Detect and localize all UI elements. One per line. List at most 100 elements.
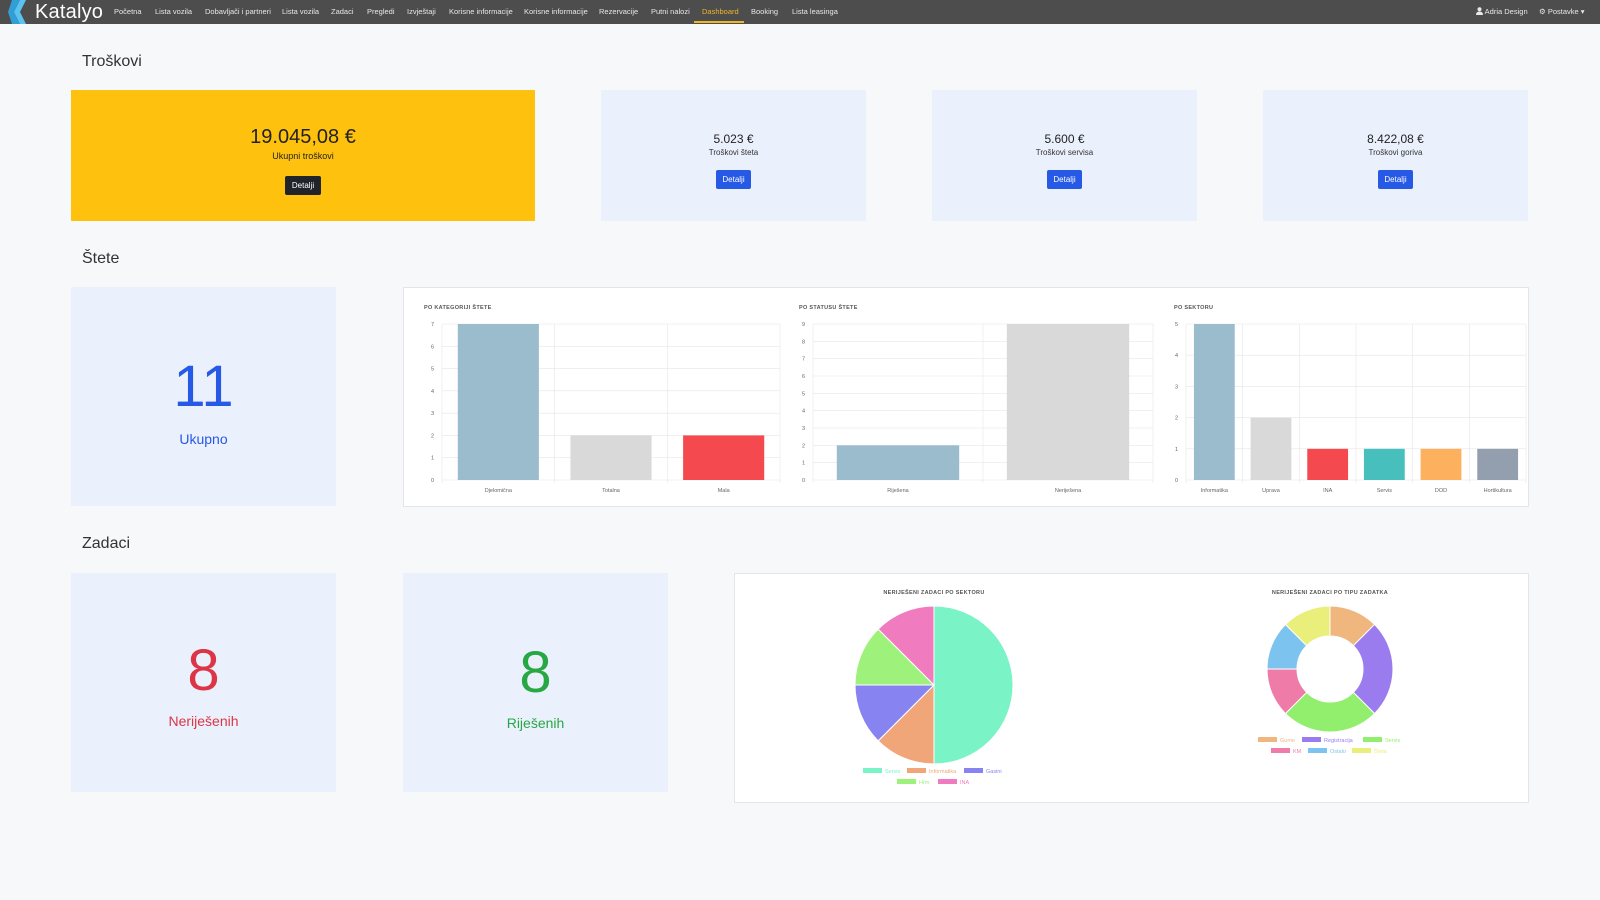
nav-item-korisne-informacije-2[interactable]: Korisne informacije — [524, 0, 588, 24]
legend-label: Informatika — [929, 769, 957, 775]
bar-totalna — [570, 435, 652, 480]
nav-item-lista-leasinga[interactable]: Lista leasinga — [792, 0, 838, 24]
gear-icon: ⚙ — [1539, 7, 1546, 16]
damages-charts-panel: PO KATEGORIJI ŠTETE 0 1 2 3 4 5 6 7 Djelomična Tot… — [403, 287, 1529, 507]
service-costs-card: 5.600 € Troškovi servisa Detalji — [932, 90, 1197, 221]
y-tick-label: 4 — [802, 409, 805, 415]
tasks-resolved-card: 8 Riješenih — [403, 573, 668, 792]
pie-chart-sector: NERIJEŠENI ZADACI PO SEKTORU Servis Inform… — [854, 588, 1014, 786]
nav-item-dobavljaci[interactable]: Dobavljači i partneri — [205, 0, 271, 24]
user-menu[interactable]: Adria Design — [1476, 0, 1528, 24]
tasks-resolved-value: 8 — [519, 640, 552, 705]
legend-label: Servis — [885, 769, 901, 775]
y-tick-label: 5 — [431, 367, 434, 373]
chart-title: PO KATEGORIJI ŠTETE — [424, 303, 492, 311]
nav-item-pregledi[interactable]: Pregledi — [367, 0, 395, 24]
legend-swatch — [1302, 737, 1321, 742]
section-title-tasks: Zadaci — [82, 535, 131, 552]
legend-swatch — [1271, 748, 1290, 753]
bar-servis — [1363, 448, 1405, 480]
x-tick-label: Hortikultura — [1484, 488, 1513, 494]
y-tick-label: 5 — [1175, 322, 1178, 328]
user-name: Adria Design — [1484, 7, 1528, 16]
y-tick-label: 7 — [431, 322, 434, 328]
total-costs-details-button[interactable]: Detalji — [285, 176, 321, 195]
bar-hortikultura — [1477, 448, 1519, 480]
bar-chart-3: PO SEKTORU 0 1 2 3 4 5 Informatika Uprava INA Serv… — [1174, 305, 1527, 494]
y-tick-label: 1 — [1175, 447, 1178, 453]
section-title-costs: Troškovi — [82, 53, 142, 70]
legend-label: INA — [960, 780, 970, 786]
total-costs-label: Ukupni troškovi — [272, 151, 334, 161]
bar-neriješena — [1006, 324, 1130, 480]
total-costs-card: 19.045,08 € Ukupni troškovi Detalji — [71, 90, 535, 221]
bar-chart-2: PO STATUSU ŠTETE 0 1 2 3 4 5 6 7 8 9 Riješena Nerije… — [799, 303, 1154, 494]
bar-uprava — [1250, 417, 1292, 480]
active-tab-indicator — [694, 21, 744, 23]
y-tick-label: 2 — [802, 443, 805, 449]
damage-costs-card: 5.023 € Troškovi šteta Detalji — [601, 90, 866, 221]
legend-swatch — [938, 779, 957, 784]
y-tick-label: 6 — [431, 344, 434, 350]
donut-chart-task-type: NERIJEŠENI ZADACI PO TIPU ZADATKA Gume Reg… — [1258, 588, 1401, 755]
chart-title: NERIJEŠENI ZADACI PO TIPU ZADATKA — [1272, 588, 1388, 596]
service-costs-details-button[interactable]: Detalji — [1047, 170, 1082, 189]
nav-item-zadaci[interactable]: Zadaci — [331, 0, 354, 24]
caret-down-icon: ▾ — [1580, 7, 1585, 16]
user-icon — [1476, 7, 1483, 15]
y-tick-label: 6 — [802, 374, 805, 380]
y-tick-label: 0 — [431, 478, 434, 484]
tasks-resolved-label: Riješenih — [506, 715, 565, 731]
damages-total-card: 11 Ukupno — [71, 287, 336, 506]
nav-item-korisne-informacije[interactable]: Korisne informacije — [449, 0, 513, 24]
legend-swatch — [1363, 737, 1382, 742]
nav-item-pocetna[interactable]: Početna — [114, 0, 142, 24]
damage-costs-details-button[interactable]: Detalji — [716, 170, 751, 189]
nav-item-lista-vozila-2[interactable]: Lista vozila — [282, 0, 319, 24]
x-tick-label: Uprava — [1262, 488, 1281, 494]
legend-swatch — [1352, 748, 1371, 753]
x-tick-label: DOD — [1435, 488, 1447, 494]
legend-swatch — [964, 768, 983, 773]
x-tick-label: Djelomična — [485, 488, 513, 494]
bar-ina — [1307, 448, 1349, 480]
y-tick-label: 2 — [1175, 416, 1178, 422]
y-tick-label: 0 — [802, 478, 805, 484]
bar-informatika — [1193, 324, 1235, 480]
nav-item-rezervacije[interactable]: Rezervacije — [599, 0, 638, 24]
nav-item-putni-nalozi[interactable]: Putni nalozi — [651, 0, 690, 24]
legend-swatch — [907, 768, 926, 773]
y-tick-label: 5 — [802, 391, 805, 397]
nav-item-izvjestaji[interactable]: Izvještaji — [407, 0, 436, 24]
fuel-costs-value: 8.422,08 € — [1367, 132, 1424, 146]
damages-total-value: 11 — [173, 354, 234, 419]
top-navbar: Katalyo Početna Lista vozila Dobavljači … — [0, 0, 1600, 24]
chart-title: NERIJEŠENI ZADACI PO SEKTORU — [883, 588, 984, 596]
fuel-costs-card: 8.422,08 € Troškovi goriva Detalji — [1263, 90, 1528, 221]
settings-menu[interactable]: ⚙ Postavke ▾ — [1539, 0, 1585, 24]
damage-costs-label: Troškovi šteta — [708, 148, 759, 157]
nav-item-booking[interactable]: Booking — [751, 0, 778, 24]
brand-logo[interactable]: Katalyo — [8, 0, 103, 24]
y-tick-label: 3 — [802, 426, 805, 432]
bar-chart-1: PO KATEGORIJI ŠTETE 0 1 2 3 4 5 6 7 Djelomična Tot… — [424, 303, 781, 494]
bar-djelomična — [457, 324, 539, 480]
legend-label: KM — [1293, 749, 1302, 755]
fuel-costs-details-button[interactable]: Detalji — [1378, 170, 1413, 189]
tasks-pie-charts: NERIJEŠENI ZADACI PO SEKTORU Servis Inform… — [854, 588, 1401, 786]
slice-servis — [933, 605, 1014, 765]
tasks-charts-panel: NERIJEŠENI ZADACI PO SEKTORU Servis Inform… — [734, 573, 1529, 803]
settings-label: Postavke — [1547, 7, 1579, 16]
legend-label: Gume — [1280, 738, 1295, 744]
y-tick-label: 4 — [1175, 353, 1178, 359]
legend-label: Registracija — [1324, 738, 1354, 744]
y-tick-label: 3 — [431, 411, 434, 417]
legend-label: Gasini — [986, 769, 1002, 775]
y-tick-label: 2 — [431, 433, 434, 439]
fuel-costs-label: Troškovi goriva — [1368, 148, 1423, 157]
service-costs-label: Troškovi servisa — [1035, 148, 1094, 157]
bar-mala — [683, 435, 765, 480]
x-tick-label: Riješena — [887, 488, 909, 494]
nav-item-lista-vozila[interactable]: Lista vozila — [155, 0, 192, 24]
tasks-unresolved-card: 8 Neriješenih — [71, 573, 336, 792]
